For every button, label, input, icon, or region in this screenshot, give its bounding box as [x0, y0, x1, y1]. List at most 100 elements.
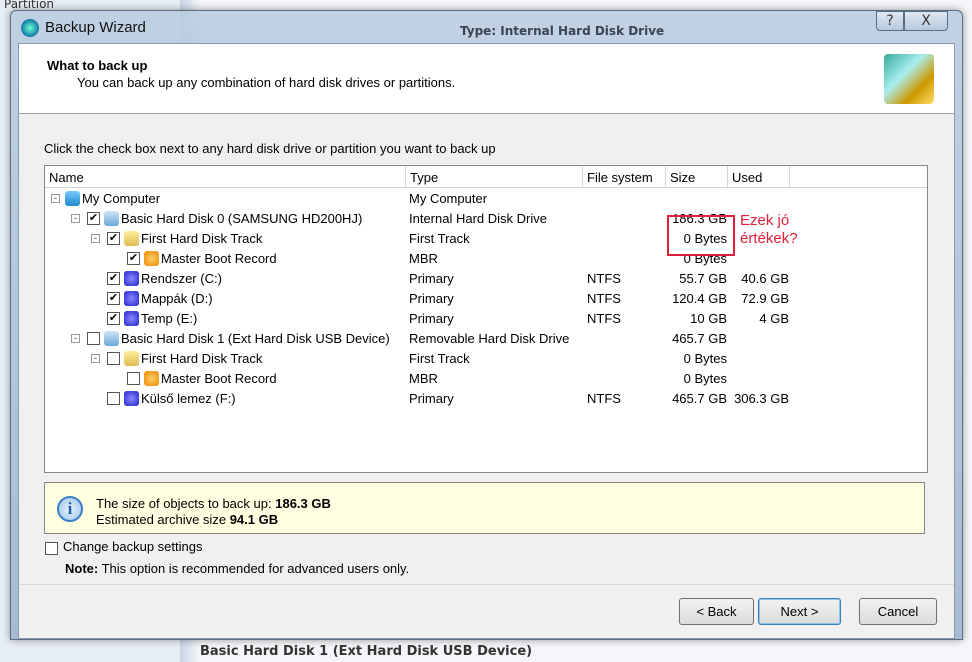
expand-toggle-icon[interactable]: - [71, 334, 80, 343]
info-icon: i [57, 496, 83, 522]
annotation-highlight-box [667, 215, 735, 256]
row-name: Külső lemez (F:) [141, 391, 236, 406]
row-checkbox[interactable] [107, 352, 120, 365]
tree-header: Name Type File system Size Used [45, 166, 927, 188]
row-type: Primary [409, 311, 454, 326]
divider [19, 584, 954, 585]
bg-detail-header: Type: Internal Hard Disk Drive [460, 24, 665, 38]
row-type: My Computer [409, 191, 488, 206]
row-type: Primary [409, 271, 454, 286]
instruction-text: Click the check box next to any hard dis… [44, 141, 496, 156]
window-title: Backup Wizard [45, 19, 146, 36]
row-name: First Hard Disk Track [141, 351, 263, 366]
row-name: Master Boot Record [161, 371, 277, 386]
row-checkbox[interactable]: ✔ [107, 232, 120, 245]
tree-row[interactable]: - Basic Hard Disk 1 (Ext Hard Disk USB De… [45, 328, 927, 348]
row-used: 4 GB [759, 311, 789, 326]
row-name: My Computer [82, 191, 161, 206]
row-file-system: NTFS [587, 311, 621, 326]
tree-row[interactable]: ✔ Mappák (D:) Primary NTFS 120.4 GB 72.9 GB [45, 288, 927, 308]
tree-row[interactable]: ✔ Rendszer (C:) Primary NTFS 55.7 GB 40.6 GB [45, 268, 927, 288]
tree-row[interactable]: Külső lemez (F:) Primary NTFS 465.7 GB 306.3… [45, 388, 927, 408]
row-used: 72.9 GB [741, 291, 789, 306]
close-button[interactable]: X [904, 11, 948, 31]
note-bold: Note: [65, 561, 99, 576]
row-checkbox[interactable]: ✔ [107, 272, 120, 285]
annotation-line-2: értékek? [740, 230, 798, 247]
bg-bottom-text: Basic Hard Disk 1 (Ext Hard Disk USB Dev… [200, 644, 533, 659]
back-button[interactable]: < Back [679, 598, 754, 625]
row-name: Rendszer (C:) [141, 271, 222, 286]
expand-toggle-icon[interactable]: - [71, 214, 80, 223]
row-type: First Track [409, 231, 470, 246]
tree-row[interactable]: - My Computer My Computer [45, 188, 927, 208]
row-checkbox[interactable] [127, 372, 140, 385]
row-size: 0 Bytes [683, 371, 727, 386]
row-used: 306.3 GB [734, 391, 789, 406]
note-text: This option is recommended for advanced … [101, 561, 410, 576]
row-used: 40.6 GB [741, 271, 789, 286]
hard-disk-icon [104, 331, 119, 346]
row-type: First Track [409, 351, 470, 366]
computer-icon [65, 191, 80, 206]
backup-wizard-dialog: Backup Wizard ? X What to back up You ca… [10, 10, 963, 640]
column-used[interactable]: Used [728, 166, 790, 187]
row-checkbox[interactable]: ✔ [107, 292, 120, 305]
change-settings-label[interactable]: Change backup settings [63, 539, 202, 554]
tree-row[interactable]: Master Boot Record MBR 0 Bytes [45, 368, 927, 388]
expand-toggle-icon[interactable]: - [91, 234, 100, 243]
track-icon [124, 351, 139, 366]
row-name: Temp (E:) [141, 311, 198, 326]
column-type[interactable]: Type [406, 166, 583, 187]
row-name: Mappák (D:) [141, 291, 213, 306]
row-size: 465.7 GB [672, 331, 727, 346]
row-type: MBR [409, 371, 438, 386]
row-file-system: NTFS [587, 391, 621, 406]
row-name: Master Boot Record [161, 251, 277, 266]
archive-label: Estimated archive size [96, 512, 227, 527]
next-button[interactable]: Next > [758, 598, 841, 625]
row-name: First Hard Disk Track [141, 231, 263, 246]
row-checkbox[interactable] [107, 392, 120, 405]
wizard-app-icon [21, 19, 39, 37]
row-type: Internal Hard Disk Drive [409, 211, 547, 226]
info-panel: i The size of objects to back up: 186.3 … [44, 482, 925, 534]
size-label: The size of objects to back up: [96, 496, 272, 511]
row-checkbox[interactable]: ✔ [127, 252, 140, 265]
hard-disk-icon [104, 211, 119, 226]
tree-row[interactable]: ✔ Temp (E:) Primary NTFS 10 GB 4 GB [45, 308, 927, 328]
page-title: What to back up [47, 58, 148, 73]
tree-row[interactable]: - First Hard Disk Track First Track 0 Bytes [45, 348, 927, 368]
track-icon [124, 231, 139, 246]
row-checkbox[interactable]: ✔ [107, 312, 120, 325]
cancel-button[interactable]: Cancel [859, 598, 937, 625]
expand-toggle-icon[interactable]: - [51, 194, 60, 203]
column-name[interactable]: Name [45, 166, 406, 187]
mbr-icon [144, 371, 159, 386]
expand-toggle-icon[interactable]: - [91, 354, 100, 363]
tree-row[interactable]: ✔ Master Boot Record MBR 0 Bytes [45, 248, 927, 268]
mbr-icon [144, 251, 159, 266]
row-type: Primary [409, 291, 454, 306]
annotation-line-1: Ezek jó [740, 212, 790, 229]
partition-icon [124, 391, 139, 406]
row-size: 465.7 GB [672, 391, 727, 406]
row-size: 0 Bytes [683, 351, 727, 366]
row-checkbox[interactable]: ✔ [87, 212, 100, 225]
row-file-system: NTFS [587, 271, 621, 286]
partition-icon [124, 291, 139, 306]
change-settings-checkbox[interactable] [45, 542, 58, 555]
row-name: Basic Hard Disk 1 (Ext Hard Disk USB Dev… [121, 331, 390, 346]
column-size[interactable]: Size [666, 166, 728, 187]
dialog-client: What to back up You can back up any comb… [18, 43, 955, 639]
wizard-header: What to back up You can back up any comb… [19, 44, 954, 114]
row-type: MBR [409, 251, 438, 266]
partition-icon [124, 271, 139, 286]
row-checkbox[interactable] [87, 332, 100, 345]
column-file-system[interactable]: File system [583, 166, 666, 187]
row-size: 55.7 GB [679, 271, 727, 286]
help-button[interactable]: ? [876, 11, 904, 31]
size-value: 186.3 GB [275, 496, 331, 511]
row-name: Basic Hard Disk 0 (SAMSUNG HD200HJ) [121, 211, 363, 226]
archive-value: 94.1 GB [229, 512, 279, 527]
